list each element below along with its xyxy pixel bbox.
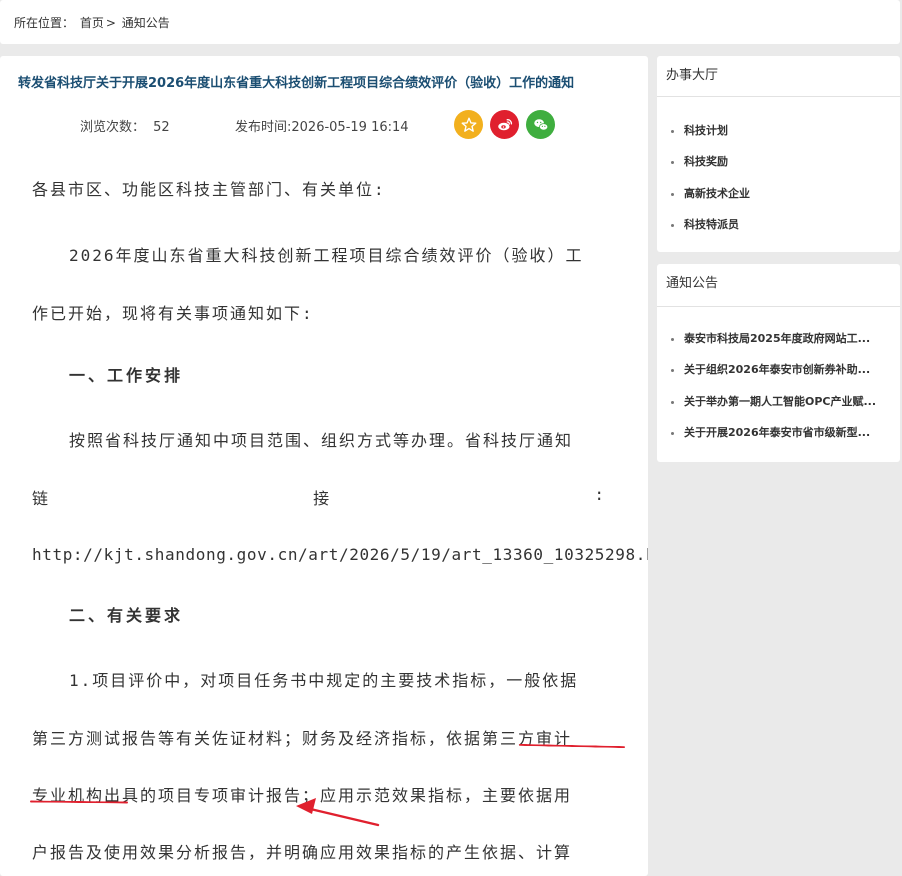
notices-title: 通知公告 bbox=[657, 264, 900, 307]
share-weibo-button[interactable] bbox=[490, 110, 519, 139]
notice-item[interactable]: 关于组织2026年泰安市创新券补助... bbox=[671, 361, 870, 377]
service-hall-item-label: 高新技术企业 bbox=[684, 187, 750, 200]
breadcrumb-separator: > bbox=[105, 16, 116, 30]
bullet-icon bbox=[671, 129, 674, 133]
service-hall-item-label: 科技计划 bbox=[684, 124, 728, 137]
bullet-icon bbox=[671, 337, 674, 341]
notice-item-label: 关于开展2026年泰安市省市级新型... bbox=[684, 426, 871, 439]
breadcrumb: 所在位置： 首页 > 通知公告 bbox=[0, 0, 900, 44]
salutation: 各县市区、功能区科技主管部门、有关单位: bbox=[32, 180, 386, 199]
service-hall-item[interactable]: 科技特派员 bbox=[671, 216, 739, 232]
paragraph-1-line-2: 作已开始，现将有关事项通知如下: bbox=[32, 304, 314, 323]
bullet-icon bbox=[671, 431, 674, 435]
star-icon bbox=[461, 117, 476, 132]
notice-item[interactable]: 关于举办第一期人工智能OPC产业赋... bbox=[671, 393, 876, 409]
sidebar-notices: 通知公告 泰安市科技局2025年度政府网站工... 关于组织2026年泰安市创新… bbox=[657, 264, 900, 462]
bullet-icon bbox=[671, 368, 674, 372]
paragraph-3-line-2: 第三方测试报告等有关佐证材料；财务及经济指标，依据第三方审计 bbox=[32, 729, 573, 748]
article-panel: 转发省科技厅关于开展2026年度山东省重大科技创新工程项目综合绩效评价（验收）工… bbox=[0, 56, 648, 876]
breadcrumb-current[interactable]: 通知公告 bbox=[122, 16, 170, 30]
bullet-icon bbox=[671, 160, 674, 164]
service-hall-item-label: 科技特派员 bbox=[684, 218, 739, 231]
share-wechat-button[interactable] bbox=[526, 110, 555, 139]
notice-item-label: 关于组织2026年泰安市创新券补助... bbox=[684, 363, 871, 376]
publish-time-label: 发布时间: bbox=[235, 120, 292, 135]
share-favorite-button[interactable] bbox=[454, 110, 483, 139]
notice-url-link[interactable]: http://kjt.shandong.gov.cn/art/2026/5/19… bbox=[32, 541, 648, 565]
publish-time: 发布时间:2026-05-19 16:14 bbox=[235, 116, 409, 135]
bullet-icon bbox=[671, 192, 674, 196]
view-count: 浏览次数： 52 bbox=[80, 116, 170, 135]
service-hall-item[interactable]: 科技奖励 bbox=[671, 153, 728, 169]
paragraph-2-line-1: 按照省科技厅通知中项目范围、组织方式等办理。省科技厅通知 bbox=[69, 431, 574, 450]
service-hall-item-label: 科技奖励 bbox=[684, 155, 728, 168]
paragraph-2-line-2: 链 接 : bbox=[32, 485, 606, 509]
justified-char-colon: : bbox=[594, 485, 606, 504]
article-title: 转发省科技厅关于开展2026年度山东省重大科技创新工程项目综合绩效评价（验收）工… bbox=[18, 76, 575, 91]
service-hall-item[interactable]: 科技计划 bbox=[671, 122, 728, 138]
notice-item-label: 泰安市科技局2025年度政府网站工... bbox=[684, 332, 871, 345]
bullet-icon bbox=[671, 400, 674, 404]
paragraph-3-line-4: 户报告及使用效果分析报告，并明确应用效果指标的产生依据、计算 bbox=[32, 843, 573, 862]
notice-item[interactable]: 关于开展2026年泰安市省市级新型... bbox=[671, 424, 870, 440]
notice-item-label: 关于举办第一期人工智能OPC产业赋... bbox=[684, 395, 877, 408]
service-hall-title: 办事大厅 bbox=[657, 56, 900, 97]
wechat-icon bbox=[533, 118, 548, 131]
justified-char-lian: 链 bbox=[32, 489, 51, 508]
section-heading-2: 二、有关要求 bbox=[69, 606, 184, 625]
breadcrumb-home-link[interactable]: 首页 bbox=[80, 16, 104, 30]
paragraph-3-line-1: 1.项目评价中，对项目任务书中规定的主要技术指标，一般依据 bbox=[69, 671, 579, 690]
sidebar-service-hall: 办事大厅 科技计划 科技奖励 高新技术企业 科技特派员 bbox=[657, 56, 900, 252]
breadcrumb-prefix: 所在位置： bbox=[14, 16, 75, 30]
justified-char-jie: 接 bbox=[313, 489, 332, 508]
section-heading-1: 一、工作安排 bbox=[69, 366, 184, 385]
view-count-label: 浏览次数： bbox=[80, 120, 146, 135]
notice-item[interactable]: 泰安市科技局2025年度政府网站工... bbox=[671, 330, 870, 346]
paragraph-1-line-1: 2026年度山东省重大科技创新工程项目综合绩效评价（验收）工 bbox=[69, 246, 584, 265]
service-hall-item[interactable]: 高新技术企业 bbox=[671, 185, 750, 201]
red-arrow-annotation bbox=[296, 798, 380, 827]
bullet-icon bbox=[671, 223, 674, 227]
view-count-value: 52 bbox=[153, 120, 170, 135]
weibo-icon bbox=[497, 118, 512, 130]
publish-time-value: 2026-05-19 16:14 bbox=[291, 120, 409, 135]
